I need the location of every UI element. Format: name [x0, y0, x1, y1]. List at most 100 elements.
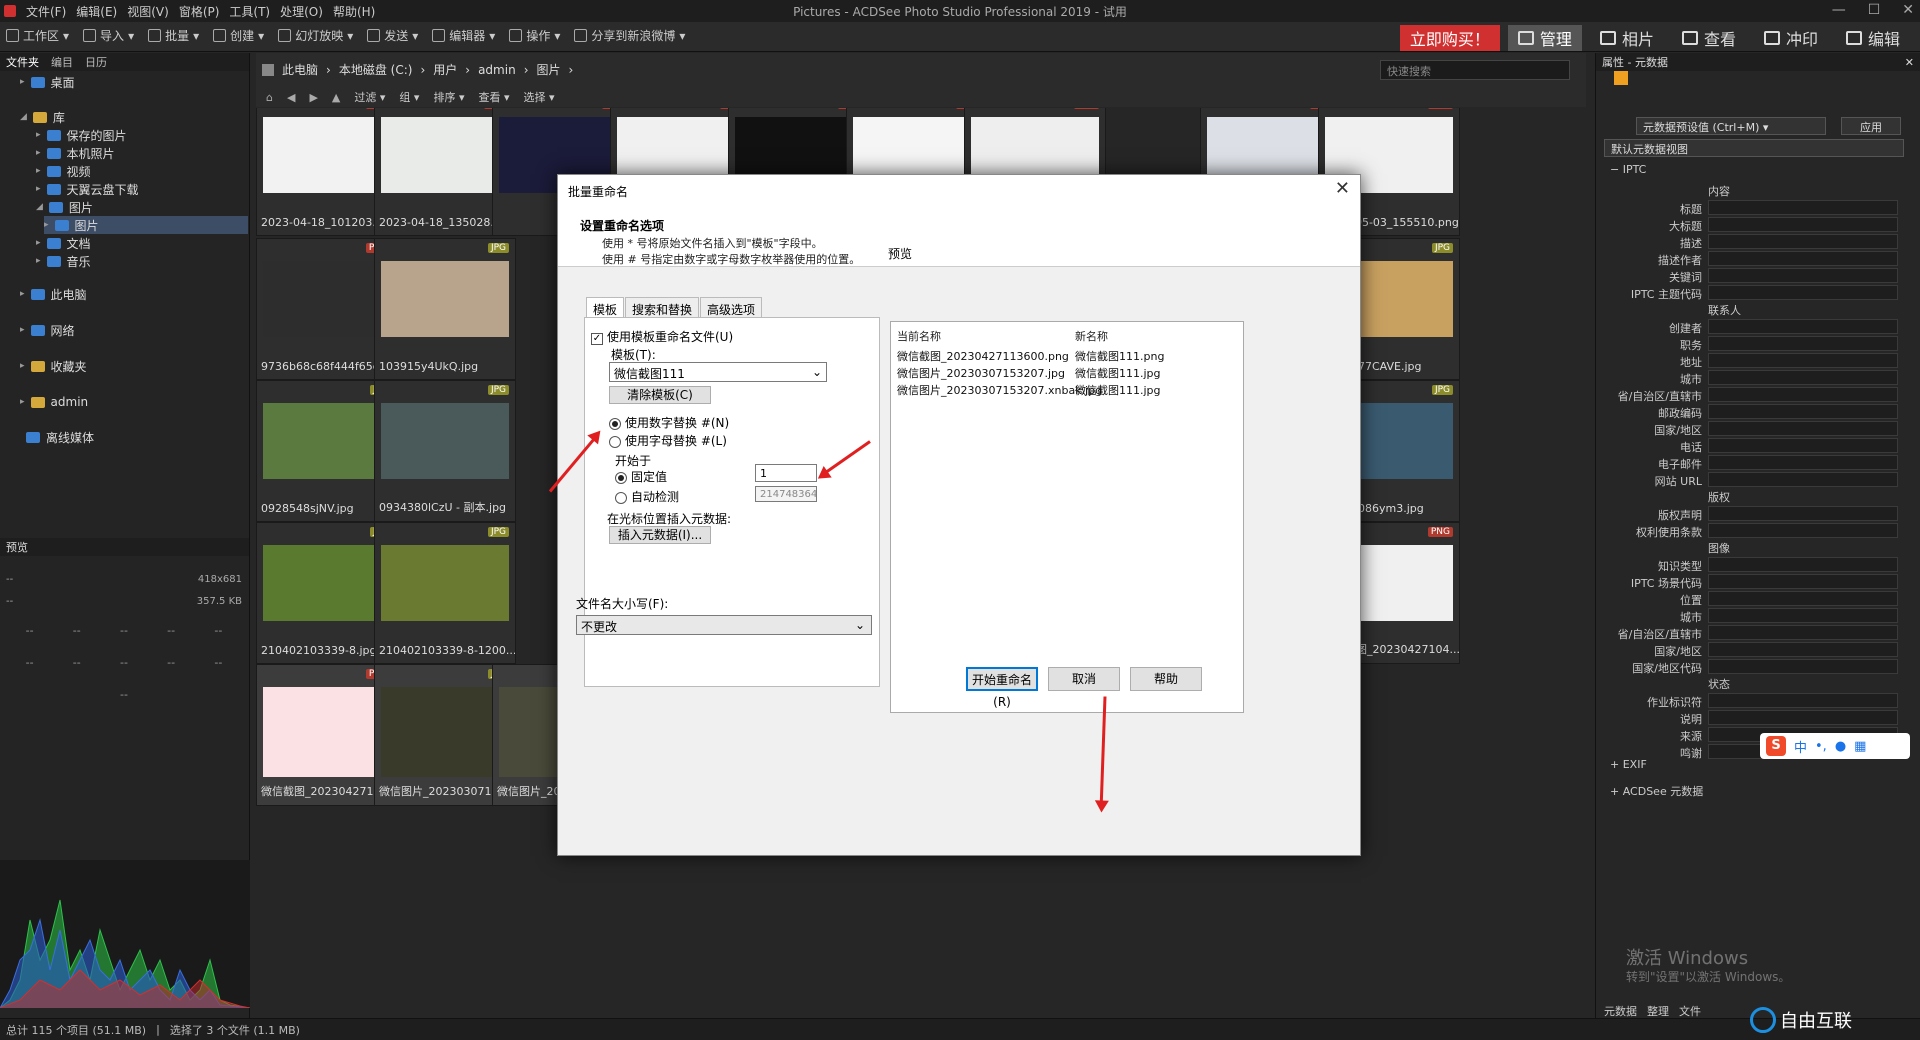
tree-network[interactable]: ▸ 网络 [20, 321, 75, 339]
apply-button[interactable]: 应用 [1841, 117, 1901, 135]
workspace-button[interactable]: 工作区 ▾ [6, 27, 69, 44]
maximize-button[interactable]: ☐ [1868, 2, 1881, 18]
metadata-preset-select[interactable]: 元数据预设值 (Ctrl+M) ▾ [1636, 117, 1826, 135]
view-menu[interactable]: 查看 ▾ [478, 89, 509, 105]
menu-edit[interactable]: 编辑(E) [76, 3, 117, 20]
crumb-users[interactable]: 用户 [433, 61, 457, 78]
acdsee-metadata-section[interactable]: + ACDSee 元数据 [1610, 783, 1703, 799]
create-button[interactable]: 创建 ▾ [213, 27, 264, 44]
mode-photos[interactable]: 相片 [1590, 25, 1664, 51]
tab-organize[interactable]: 整理 [1647, 1003, 1669, 1019]
menu-pane[interactable]: 窗格(P) [179, 3, 220, 20]
use-number-radio[interactable]: 使用数字替换 #(N) [609, 414, 729, 431]
menu-tools[interactable]: 工具(T) [229, 3, 270, 20]
mode-view[interactable]: 查看 [1672, 25, 1746, 51]
metadata-field-input[interactable] [1708, 370, 1898, 385]
metadata-field-input[interactable] [1708, 710, 1898, 725]
menu-help[interactable]: 帮助(H) [333, 3, 375, 20]
metadata-field-input[interactable] [1708, 353, 1898, 368]
action-button[interactable]: 操作 ▾ [509, 27, 560, 44]
metadata-field-input[interactable] [1708, 268, 1898, 283]
metadata-field-input[interactable] [1708, 472, 1898, 487]
tree-admin[interactable]: ▸ admin [20, 393, 88, 411]
metadata-field-input[interactable] [1708, 251, 1898, 266]
metadata-field-input[interactable] [1708, 625, 1898, 640]
metadata-field-input[interactable] [1708, 421, 1898, 436]
back-icon[interactable]: ◀ [287, 91, 295, 104]
send-button[interactable]: 发送 ▾ [367, 27, 418, 44]
metadata-field-input[interactable] [1708, 438, 1898, 453]
metadata-field-input[interactable] [1708, 319, 1898, 334]
fixed-radio[interactable]: 固定值 [615, 468, 667, 485]
tree-desktop[interactable]: ▸ 桌面 [20, 73, 75, 91]
select-menu[interactable]: 选择 ▾ [524, 89, 555, 105]
metadata-field-input[interactable] [1708, 557, 1898, 572]
tree-pictures[interactable]: ◢ 图片 [36, 198, 93, 216]
metadata-field-input[interactable] [1708, 455, 1898, 470]
crumb-this-pc[interactable]: 此电脑 [282, 61, 318, 78]
use-template-checkbox[interactable]: ✓ 使用模板重命名文件(U) [591, 328, 733, 345]
metadata-field-input[interactable] [1708, 506, 1898, 521]
share-weibo-button[interactable]: 分享到新浪微博 ▾ [574, 27, 685, 44]
tree-camera-roll[interactable]: ▸ 本机照片 [36, 144, 115, 162]
iptc-section[interactable]: − IPTC [1610, 163, 1646, 176]
batch-button[interactable]: 批量 ▾ [148, 27, 199, 44]
metadata-field-input[interactable] [1708, 200, 1898, 215]
tab-file[interactable]: 文件 [1679, 1003, 1701, 1019]
use-letter-radio[interactable]: 使用字母替换 #(L) [609, 432, 727, 449]
sort-menu[interactable]: 排序 ▾ [433, 89, 464, 105]
import-button[interactable]: 导入 ▾ [83, 27, 134, 44]
thumbnail-item[interactable]: JPG 103915y4UkQ.jpg [374, 238, 516, 380]
tree-documents[interactable]: ▸ 文档 [36, 234, 91, 252]
tree-cloud[interactable]: ▸ 天翼云盘下载 [36, 180, 139, 198]
tree-pictures-sub[interactable]: ▸ 图片 [44, 216, 248, 234]
template-input[interactable]: 微信截图111 ⌄ [609, 362, 827, 382]
tree-favorites[interactable]: ▸ 收藏夹 [20, 357, 87, 375]
menu-process[interactable]: 处理(O) [280, 3, 323, 20]
thumbnail-item[interactable]: JPG 210402103339-8-1200... [374, 522, 516, 664]
metadata-field-input[interactable] [1708, 591, 1898, 606]
auto-detect-radio[interactable]: 自动检测 [615, 488, 679, 505]
metadata-field-input[interactable] [1708, 234, 1898, 249]
crumb-pictures[interactable]: 图片 [537, 61, 561, 78]
cancel-button[interactable]: 取消 [1048, 667, 1120, 691]
tab-calendar[interactable]: 日历 [85, 54, 107, 70]
mode-manage[interactable]: 管理 [1507, 25, 1582, 51]
close-button[interactable]: ✕ [1902, 2, 1914, 18]
metadata-field-input[interactable] [1708, 574, 1898, 589]
metadata-field-input[interactable] [1708, 642, 1898, 657]
exif-section[interactable]: + EXIF [1610, 758, 1647, 771]
tree-offline-media[interactable]: 离线媒体 [20, 428, 94, 446]
mode-develop[interactable]: 冲印 [1754, 25, 1828, 51]
mode-edit[interactable]: 编辑 [1836, 25, 1910, 51]
up-icon[interactable]: ▲ [332, 91, 340, 104]
slideshow-button[interactable]: 幻灯放映 ▾ [278, 27, 353, 44]
minimize-button[interactable]: — [1832, 2, 1846, 18]
tab-metadata[interactable]: 元数据 [1604, 1003, 1637, 1019]
tree-saved-pictures[interactable]: ▸ 保存的图片 [36, 126, 127, 144]
fixed-value-input[interactable]: 1 [755, 464, 817, 482]
crumb-drive[interactable]: 本地磁盘 (C:) [339, 61, 413, 78]
quick-search-input[interactable]: 快速搜索 [1380, 60, 1570, 80]
ime-toolbar[interactable]: S 中 •, ● ▦ [1760, 733, 1910, 759]
start-rename-button[interactable]: 开始重命名(R) [966, 667, 1038, 709]
tree-videos[interactable]: ▸ 视频 [36, 162, 91, 180]
tab-catalog[interactable]: 编目 [51, 54, 73, 70]
tab-folders[interactable]: 文件夹 [6, 54, 39, 70]
tree-library[interactable]: ◢ 库 [20, 108, 65, 126]
metadata-field-input[interactable] [1708, 608, 1898, 623]
metadata-field-input[interactable] [1708, 523, 1898, 538]
metadata-field-input[interactable] [1708, 693, 1898, 708]
home-icon[interactable]: ⌂ [266, 91, 273, 104]
editor-button[interactable]: 编辑器 ▾ [432, 27, 495, 44]
buy-now-button[interactable]: 立即购买！ [1399, 25, 1500, 51]
metadata-field-input[interactable] [1708, 285, 1898, 300]
menu-file[interactable]: 文件(F) [26, 3, 66, 20]
metadata-field-input[interactable] [1708, 404, 1898, 419]
help-button[interactable]: 帮助 [1130, 667, 1202, 691]
forward-icon[interactable]: ▶ [309, 91, 317, 104]
filter-menu[interactable]: 过滤 ▾ [354, 89, 385, 105]
tag-checkbox[interactable] [1614, 71, 1628, 85]
metadata-view-select[interactable]: 默认元数据视图 [1604, 139, 1904, 157]
group-menu[interactable]: 组 ▾ [399, 89, 419, 105]
